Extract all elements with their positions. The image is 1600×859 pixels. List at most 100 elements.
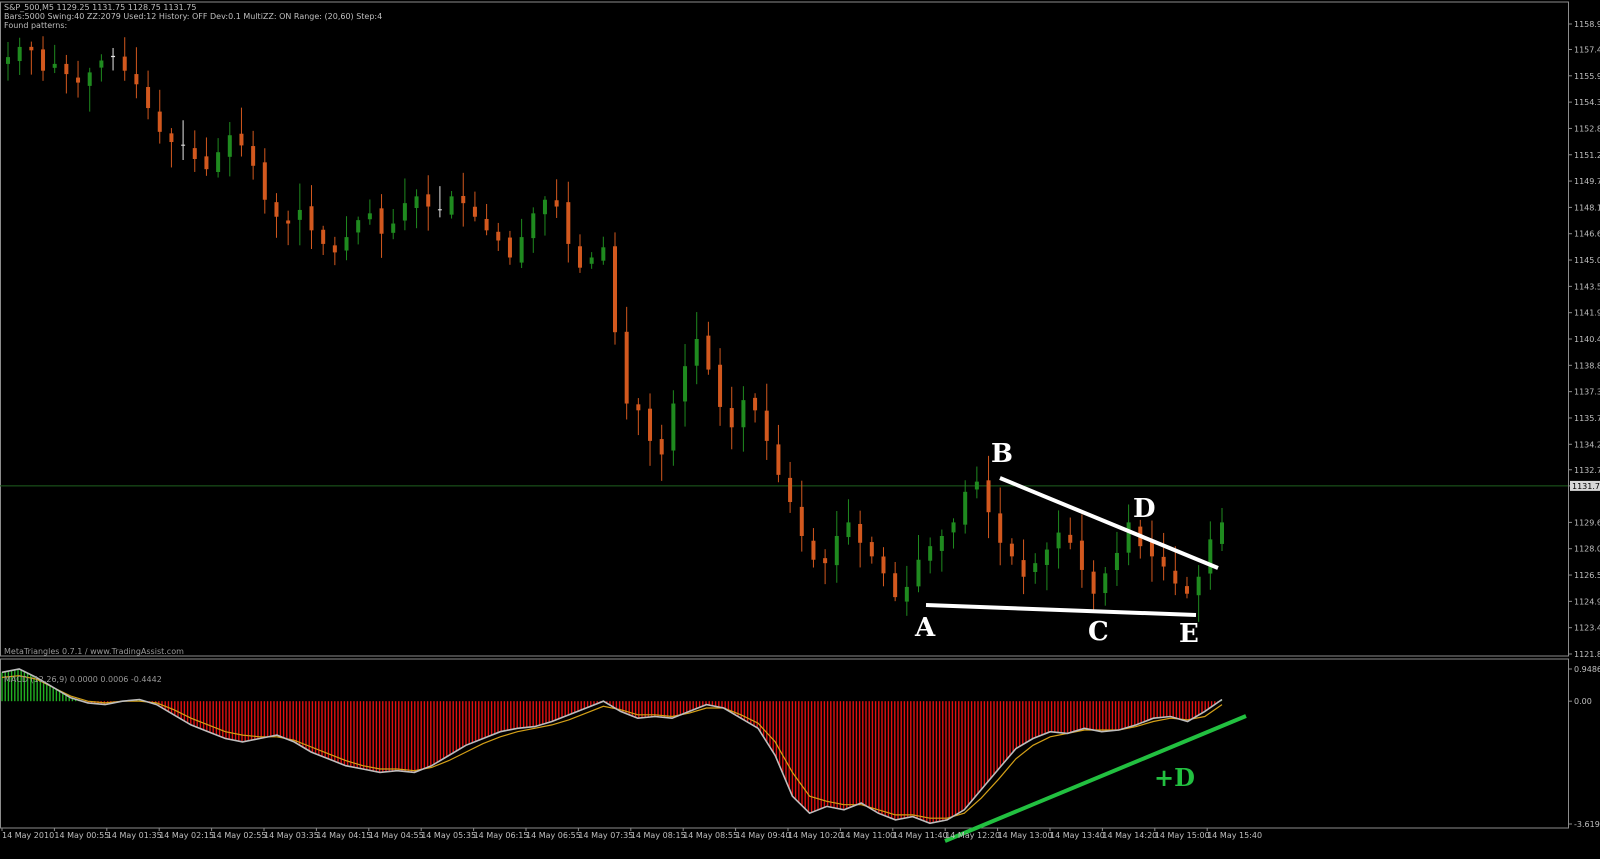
indicator-watermark: MetaTriangles 0.7.1 / www.TradingAssist.… bbox=[4, 647, 184, 656]
candle-body bbox=[239, 133, 244, 146]
candle-body bbox=[916, 559, 921, 587]
candle-body bbox=[496, 231, 501, 241]
candle-body bbox=[869, 542, 874, 557]
time-axis-label: 14 May 07:35 bbox=[578, 831, 633, 840]
candle-body bbox=[157, 111, 162, 132]
candle-body bbox=[216, 152, 221, 173]
candle-body bbox=[262, 162, 267, 200]
chart-canvas[interactable]: 1158.95 1157.45 1155.90 1154.35 1152.80 1151.… bbox=[0, 0, 1600, 859]
candle-body bbox=[776, 444, 781, 475]
candle-body bbox=[192, 148, 197, 159]
candle-body bbox=[1044, 549, 1049, 565]
candle-body bbox=[986, 480, 991, 513]
candle-body bbox=[788, 477, 793, 503]
candle-body bbox=[1021, 560, 1026, 577]
candle-body bbox=[799, 506, 804, 536]
time-axis-label: 14 May 15:40 bbox=[1207, 831, 1262, 840]
candle-body bbox=[694, 339, 699, 366]
candle-body bbox=[76, 77, 81, 83]
candle-body bbox=[624, 331, 629, 404]
time-axis-label: 14 May 11:00 bbox=[840, 831, 895, 840]
price-axis-label: 1146.60 bbox=[1574, 230, 1600, 239]
price-axis-label: 1121.85 bbox=[1574, 650, 1600, 659]
candle-body bbox=[846, 522, 851, 538]
candle-body bbox=[1114, 552, 1119, 571]
candle-body bbox=[974, 481, 979, 490]
candle-body bbox=[904, 586, 909, 602]
macd-axis-label: -3.6195 bbox=[1574, 820, 1600, 829]
price-axis-label: 1152.80 bbox=[1574, 124, 1600, 133]
price-axis-label: 1137.30 bbox=[1574, 388, 1600, 397]
candle-body bbox=[1009, 543, 1014, 557]
candle-body bbox=[87, 72, 92, 86]
price-axis-label: 1158.95 bbox=[1574, 20, 1600, 29]
candle-body bbox=[1056, 532, 1061, 549]
candle-body bbox=[834, 535, 839, 566]
time-axis-label: 14 May 04:15 bbox=[316, 831, 371, 840]
divergence-label: +D bbox=[1154, 763, 1195, 792]
price-axis-label: 1138.85 bbox=[1574, 361, 1600, 370]
candle-body bbox=[1161, 556, 1166, 567]
candle-body bbox=[484, 218, 489, 231]
candle-body bbox=[1196, 576, 1201, 596]
candle-body bbox=[169, 133, 174, 143]
candle-body bbox=[111, 55, 116, 58]
candle-body bbox=[309, 206, 314, 231]
price-axis-label: 1145.05 bbox=[1574, 256, 1600, 265]
candle-body bbox=[939, 535, 944, 551]
candle-body bbox=[402, 203, 407, 221]
time-axis-label: 14 May 01:35 bbox=[107, 831, 162, 840]
candle-body bbox=[1103, 573, 1108, 594]
macd-axis-label: 0.00 bbox=[1574, 697, 1592, 706]
candle-body bbox=[542, 199, 547, 215]
pattern-label-b: B bbox=[991, 439, 1013, 469]
candle-body bbox=[648, 408, 653, 441]
candle-body bbox=[437, 209, 442, 211]
candle-body bbox=[414, 196, 419, 208]
price-axis-label: 1151.25 bbox=[1574, 151, 1600, 160]
time-axis-label: 14 May 10:20 bbox=[788, 831, 843, 840]
signal-line bbox=[1, 675, 1223, 819]
candle-body bbox=[764, 410, 769, 441]
candle-body bbox=[391, 223, 396, 233]
time-axis-label: 14 May 05:35 bbox=[421, 831, 476, 840]
time-axis-label: 14 May 14:20 bbox=[1102, 831, 1157, 840]
candle-body bbox=[17, 46, 22, 62]
candles bbox=[6, 36, 1224, 622]
price-axis-label: 1143.50 bbox=[1574, 282, 1600, 291]
candle-body bbox=[379, 208, 384, 234]
price-panel-frame bbox=[0, 1, 1569, 657]
candle-body bbox=[881, 556, 886, 574]
candle-body bbox=[286, 220, 291, 224]
candle-body bbox=[332, 245, 337, 253]
time-axis-label: 14 May 04:55 bbox=[369, 831, 424, 840]
price-axis-label: 1135.75 bbox=[1574, 414, 1600, 423]
time-axis-label: 14 May 08:15 bbox=[631, 831, 686, 840]
candle-body bbox=[29, 46, 34, 51]
candle-body bbox=[1091, 571, 1096, 594]
candle-body bbox=[753, 397, 758, 411]
price-axis-label: 1141.95 bbox=[1574, 309, 1600, 318]
time-axis-label: 14 May 03:35 bbox=[264, 831, 319, 840]
candle-body bbox=[134, 74, 139, 85]
time-axis-label: 14 May 08:55 bbox=[683, 831, 738, 840]
candle-body bbox=[321, 229, 326, 244]
candle-body bbox=[367, 213, 372, 220]
candle-body bbox=[227, 135, 232, 157]
candle-body bbox=[146, 87, 151, 109]
candle-body bbox=[251, 146, 256, 166]
price-axis-label: 1123.40 bbox=[1574, 624, 1600, 633]
candle-body bbox=[449, 196, 454, 215]
header-line-3: Found patterns: bbox=[4, 21, 68, 30]
candle-body bbox=[601, 247, 606, 261]
candle-body bbox=[297, 209, 302, 220]
time-axis-label: 14 May 02:55 bbox=[212, 831, 267, 840]
candle-body bbox=[519, 237, 524, 263]
pattern-label-a: A bbox=[914, 613, 936, 643]
candle-body bbox=[1173, 570, 1178, 584]
candle-body bbox=[659, 439, 664, 455]
time-axis-label: 14 May 13:00 bbox=[998, 831, 1053, 840]
price-axis-label: 1155.90 bbox=[1574, 72, 1600, 81]
time-axis-label: 14 May 11:40 bbox=[893, 831, 948, 840]
candle-body bbox=[52, 63, 57, 68]
